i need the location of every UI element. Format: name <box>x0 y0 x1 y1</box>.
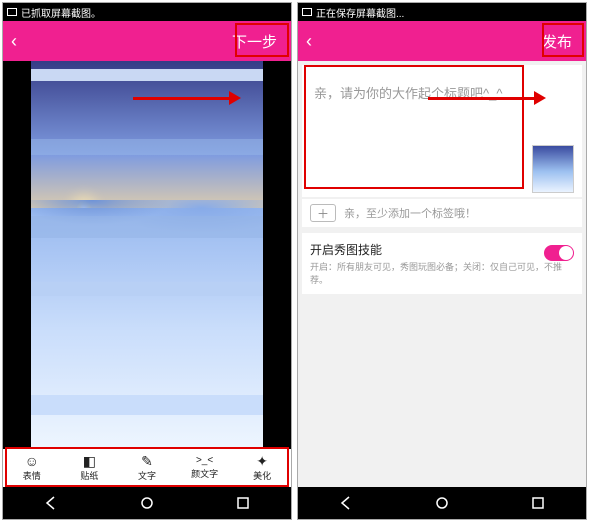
toggle-subtitle: 开启：所有朋友可见，秀图玩图必备；关闭：仅自己可见，不推荐。 <box>310 260 574 286</box>
title-placeholder: 亲，请为你的大作起个标题吧^_^ <box>314 86 502 101</box>
add-tag-button[interactable]: ＋ <box>310 204 336 222</box>
back-button[interactable]: ‹ <box>306 31 312 52</box>
visibility-toggle-row: 开启秀图技能 开启：所有朋友可见，秀图玩图必备；关闭：仅自己可见，不推荐。 <box>302 233 582 294</box>
status-bar: 已抓取屏幕截图。 <box>3 3 291 21</box>
image-preview[interactable] <box>31 61 263 449</box>
beautify-icon: ✦ <box>256 454 268 468</box>
picture-icon <box>302 8 312 16</box>
nav-back[interactable] <box>334 491 358 515</box>
edit-toolbar: ☺表情 ◧贴纸 ✎文字 >_<颜文字 ✦美化 <box>3 449 291 487</box>
tool-label: 贴纸 <box>80 469 98 482</box>
glitch-band <box>31 395 263 415</box>
tool-label: 美化 <box>253 469 271 482</box>
publish-form: 亲，请为你的大作起个标题吧^_^ ＋ 亲，至少添加一个标签哦！ 开启秀图技能 开… <box>298 61 586 487</box>
status-bar: 正在保存屏幕截图... <box>298 3 586 21</box>
glitch-band <box>31 139 263 155</box>
nav-bar <box>3 487 291 519</box>
back-button[interactable]: ‹ <box>11 31 17 52</box>
kaomoji-icon: >_< <box>196 456 213 466</box>
tool-beautify[interactable]: ✦美化 <box>233 449 291 487</box>
publish-button[interactable]: 发布 <box>536 27 578 56</box>
status-text: 已抓取屏幕截图。 <box>21 5 101 20</box>
phone-left: 已抓取屏幕截图。 ‹ 下一步 ☺表情 ◧贴纸 ✎文字 >_<颜文字 ✦美化 <box>2 2 292 520</box>
tool-kaomoji[interactable]: >_<颜文字 <box>176 449 234 487</box>
tool-label: 文字 <box>138 469 156 482</box>
tag-row: ＋ 亲，至少添加一个标签哦！ <box>302 199 582 227</box>
top-bar: ‹ 下一步 <box>3 21 291 61</box>
emoji-icon: ☺ <box>25 454 39 468</box>
nav-recent[interactable] <box>231 491 255 515</box>
next-button[interactable]: 下一步 <box>226 27 283 56</box>
top-bar: ‹ 发布 <box>298 21 586 61</box>
picture-icon <box>7 8 17 16</box>
image-thumbnail[interactable] <box>532 145 574 193</box>
text-icon: ✎ <box>141 454 153 468</box>
nav-back[interactable] <box>39 491 63 515</box>
tool-emoji[interactable]: ☺表情 <box>3 449 61 487</box>
tool-text[interactable]: ✎文字 <box>118 449 176 487</box>
toggle-title: 开启秀图技能 <box>310 241 574 258</box>
tool-sticker[interactable]: ◧贴纸 <box>61 449 119 487</box>
title-input[interactable]: 亲，请为你的大作起个标题吧^_^ <box>302 65 582 197</box>
nav-home[interactable] <box>430 491 454 515</box>
visibility-switch[interactable] <box>544 245 574 261</box>
tool-label: 表情 <box>23 469 41 482</box>
nav-recent[interactable] <box>526 491 550 515</box>
tag-hint: 亲，至少添加一个标签哦！ <box>344 205 476 221</box>
status-text: 正在保存屏幕截图... <box>316 5 404 20</box>
glitch-band <box>31 282 263 296</box>
glitch-band <box>31 69 263 81</box>
tool-label: 颜文字 <box>191 467 218 480</box>
nav-bar <box>298 487 586 519</box>
sticker-icon: ◧ <box>83 454 96 468</box>
phone-right: 正在保存屏幕截图... ‹ 发布 亲，请为你的大作起个标题吧^_^ ＋ 亲，至少… <box>297 2 587 520</box>
glitch-band <box>31 216 263 238</box>
nav-home[interactable] <box>135 491 159 515</box>
